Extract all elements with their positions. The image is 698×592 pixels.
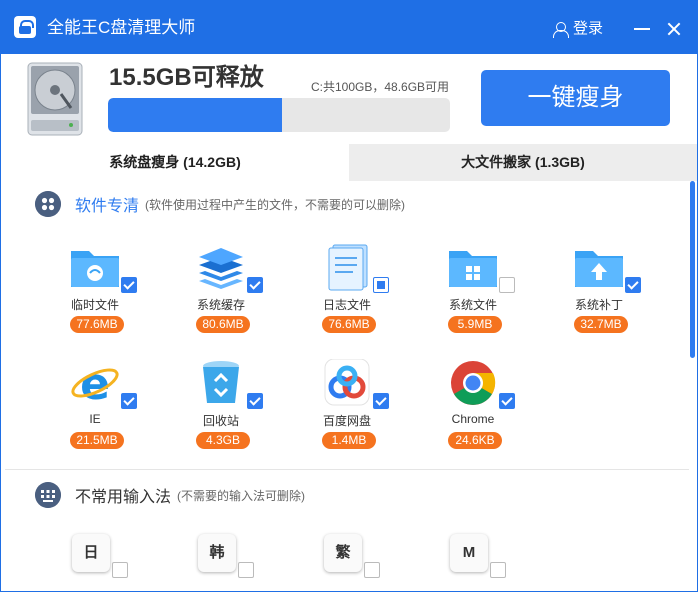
apps-grid-icon bbox=[35, 191, 61, 217]
log-files-checkbox[interactable] bbox=[373, 277, 389, 293]
software-section-hint: (软件使用过程中产生的文件，不需要的可以删除) bbox=[145, 197, 406, 212]
app-logo-icon bbox=[14, 16, 36, 38]
app-title: 全能王C盘清理大师 bbox=[47, 18, 196, 37]
ime-item-japanese[interactable]: 日 bbox=[37, 534, 147, 591]
login-label: 登录 bbox=[573, 20, 604, 37]
item-size-badge: 80.6MB bbox=[196, 316, 250, 333]
item-size-badge: 77.6MB bbox=[70, 316, 124, 333]
system-cache-checkbox[interactable] bbox=[247, 277, 263, 293]
disk-summary: 15.5GB可释放 C:共100GB，48.6GB可用 一键瘦身 bbox=[1, 54, 697, 144]
minimize-button[interactable] bbox=[634, 28, 650, 30]
item-label: 系统缓存 bbox=[196, 298, 245, 312]
log-file-icon bbox=[328, 244, 368, 291]
ime-key-icon: 韩 bbox=[198, 534, 236, 572]
item-label: 百度网盘 bbox=[322, 414, 371, 428]
ime-traditional-checkbox[interactable] bbox=[364, 562, 380, 578]
chrome-icon bbox=[451, 361, 496, 405]
free-space-text: 15.5GB可释放 bbox=[109, 64, 264, 91]
title-bar: 全能王C盘清理大师 登录 bbox=[1, 1, 697, 54]
item-label: 系统补丁 bbox=[574, 298, 623, 312]
ime-korean-checkbox[interactable] bbox=[238, 562, 254, 578]
item-label: 日志文件 bbox=[322, 298, 371, 312]
item-label: IE bbox=[89, 412, 101, 426]
tab-large-file-move[interactable]: 大文件搬家 (1.3GB) bbox=[349, 144, 697, 181]
clean-item-temp-files[interactable]: 临时文件 77.6MB bbox=[40, 243, 150, 343]
patch-folder-icon bbox=[575, 251, 623, 287]
ime-japanese-checkbox[interactable] bbox=[112, 562, 128, 578]
ime-key-icon: 日 bbox=[72, 534, 110, 572]
hard-drive-icon bbox=[27, 62, 83, 136]
ime-section-header: 不常用输入法 (不需要的输入法可删除) bbox=[35, 482, 305, 508]
ime-key-icon: 繁 bbox=[324, 534, 362, 572]
one-click-slim-button[interactable]: 一键瘦身 bbox=[481, 70, 670, 126]
close-button[interactable] bbox=[663, 18, 685, 40]
svg-text:e: e bbox=[80, 359, 110, 407]
temp-files-checkbox[interactable] bbox=[121, 277, 137, 293]
clean-item-system-files[interactable]: 系统文件 5.9MB bbox=[418, 243, 528, 343]
ime-section-title: 不常用输入法 bbox=[75, 489, 172, 506]
item-size-badge: 4.3GB bbox=[196, 432, 250, 449]
item-size-badge: 1.4MB bbox=[322, 432, 376, 449]
tab-system-slim[interactable]: 系统盘瘦身 (14.2GB) bbox=[1, 144, 349, 181]
clean-item-recycle-bin[interactable]: 回收站 4.3GB bbox=[166, 359, 276, 459]
layers-icon bbox=[199, 248, 243, 289]
temp-folder-icon bbox=[71, 251, 119, 287]
ie-icon: e bbox=[71, 359, 119, 407]
item-size-badge: 32.7MB bbox=[574, 316, 628, 333]
disk-usage-fill bbox=[108, 98, 283, 132]
clean-item-system-cache[interactable]: 系统缓存 80.6MB bbox=[166, 243, 276, 343]
ime-m-checkbox[interactable] bbox=[490, 562, 506, 578]
ime-item-traditional[interactable]: 繁 bbox=[289, 534, 399, 591]
section-divider bbox=[5, 469, 689, 470]
disk-usage-bar bbox=[108, 98, 450, 132]
windows-folder-icon bbox=[449, 251, 497, 287]
system-patch-checkbox[interactable] bbox=[625, 277, 641, 293]
item-size-badge: 5.9MB bbox=[448, 316, 502, 333]
login-button[interactable]: 登录 bbox=[552, 19, 603, 39]
ime-item-korean[interactable]: 韩 bbox=[163, 534, 273, 591]
partial-check-mark bbox=[377, 281, 385, 289]
clean-item-system-patch[interactable]: 系统补丁 32.7MB bbox=[544, 243, 654, 343]
item-size-badge: 76.6MB bbox=[322, 316, 376, 333]
ime-section-hint: (不需要的输入法可删除) bbox=[177, 488, 306, 503]
disk-info-text: C:共100GB，48.6GB可用 bbox=[311, 80, 450, 94]
recycle-bin-icon bbox=[203, 361, 239, 403]
chrome-checkbox[interactable] bbox=[499, 393, 515, 409]
software-section-title: 软件专清 bbox=[75, 198, 140, 215]
system-files-checkbox[interactable] bbox=[499, 277, 515, 293]
item-label: 系统文件 bbox=[448, 298, 497, 312]
ime-key-icon: M bbox=[450, 534, 488, 572]
item-label: Chrome bbox=[451, 412, 495, 426]
app-window: 全能王C盘清理大师 登录 15.5GB可释放 C:共100GB，48.6GB可用… bbox=[0, 0, 698, 592]
ime-item-m[interactable]: M bbox=[415, 534, 525, 591]
ie-checkbox[interactable] bbox=[121, 393, 137, 409]
item-size-badge: 24.6KB bbox=[448, 432, 502, 449]
scrollbar[interactable] bbox=[690, 181, 695, 358]
item-size-badge: 21.5MB bbox=[70, 432, 124, 449]
keyboard-icon bbox=[35, 482, 61, 508]
clean-item-baidu-netdisk[interactable]: 百度网盘 1.4MB bbox=[292, 359, 402, 459]
tab-bar: 系统盘瘦身 (14.2GB) 大文件搬家 (1.3GB) bbox=[1, 144, 697, 181]
clean-item-chrome[interactable]: Chrome 24.6KB bbox=[418, 359, 528, 459]
clean-item-ie[interactable]: e IE 21.5MB bbox=[40, 359, 150, 459]
clean-item-log-files[interactable]: 日志文件 76.6MB bbox=[292, 243, 402, 343]
software-section-header: 软件专清 (软件使用过程中产生的文件，不需要的可以删除) bbox=[35, 191, 405, 217]
item-label: 临时文件 bbox=[70, 298, 119, 312]
item-label: 回收站 bbox=[202, 414, 239, 428]
clean-list: 软件专清 (软件使用过程中产生的文件，不需要的可以删除) 临时文件 77.6MB… bbox=[5, 181, 689, 591]
baidu-netdisk-icon bbox=[324, 359, 370, 406]
baidu-netdisk-checkbox[interactable] bbox=[373, 393, 389, 409]
user-icon bbox=[552, 21, 569, 38]
recycle-bin-checkbox[interactable] bbox=[247, 393, 263, 409]
